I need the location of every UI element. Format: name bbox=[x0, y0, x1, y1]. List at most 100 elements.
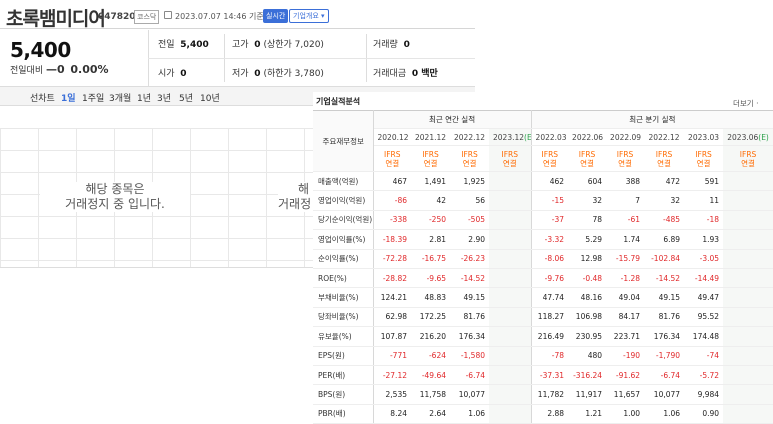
financial-value: 1.93 bbox=[684, 229, 724, 250]
period-1d[interactable]: 1일 bbox=[61, 91, 76, 104]
financial-value: -5.72 bbox=[684, 365, 724, 386]
financial-value bbox=[723, 384, 773, 405]
financial-value: 462 bbox=[531, 171, 569, 192]
financial-value bbox=[489, 171, 532, 192]
financial-value: 95.52 bbox=[684, 307, 724, 328]
financial-value: 216.49 bbox=[531, 326, 569, 347]
financial-value: -3.32 bbox=[531, 229, 569, 250]
financial-value: 176.34 bbox=[450, 326, 489, 347]
financial-row: ROE(%) -28.82 -9.65 -14.52 -9.76 -0.48 -1.28 -1… bbox=[313, 268, 773, 289]
financial-value: 12.98 bbox=[568, 249, 607, 269]
financial-value: -49.64 bbox=[411, 365, 450, 386]
halt-line-2: 거래정지 중 입니다. bbox=[65, 197, 165, 211]
financial-value: -0.48 bbox=[568, 268, 607, 289]
financial-value: 9,984 bbox=[684, 384, 724, 405]
financial-value bbox=[489, 307, 532, 328]
financial-value: 32 bbox=[644, 190, 685, 211]
period-header: 2023.12(E) bbox=[489, 128, 532, 146]
financial-value: 5.29 bbox=[568, 229, 607, 250]
trade-amount: 거래대금 0 백만 bbox=[373, 66, 438, 79]
ifrs-label: IFRS 연결 bbox=[489, 145, 532, 172]
current-price: 5,400 bbox=[10, 38, 71, 62]
financial-value bbox=[723, 287, 773, 308]
financial-value: 1.74 bbox=[606, 229, 645, 250]
financial-row: 당좌비율(%) 62.98 172.25 81.76 118.27 106.98 84.17… bbox=[313, 307, 773, 328]
financial-value: -74 bbox=[684, 346, 724, 366]
financial-value: 56 bbox=[450, 190, 489, 211]
financial-value bbox=[489, 229, 532, 250]
amount-value: 0 백만 bbox=[411, 69, 438, 79]
financial-value bbox=[489, 326, 532, 347]
financial-value: 2.81 bbox=[411, 229, 450, 250]
halt-partial-1: 해 bbox=[298, 182, 310, 196]
volume-label: 거래량 bbox=[373, 40, 398, 50]
financial-row: 순이익률(%) -72.28 -16.75 -26.23 -8.06 12.98 -15.7… bbox=[313, 249, 773, 269]
financial-value: -250 bbox=[411, 210, 450, 231]
financial-value bbox=[489, 249, 532, 269]
financial-value: -6.74 bbox=[450, 365, 489, 386]
company-overview-button[interactable]: 기업개요 ▾ bbox=[289, 9, 329, 23]
financial-value: 42 bbox=[411, 190, 450, 211]
row-label: 매출액(억원) bbox=[313, 171, 374, 192]
period-header: 2021.12 bbox=[411, 128, 450, 146]
prev-close: 전일 5,400 bbox=[158, 37, 209, 50]
change-value: 0 bbox=[57, 63, 65, 76]
financial-value bbox=[489, 210, 532, 231]
financial-value: 107.87 bbox=[373, 326, 411, 347]
financial-value: -505 bbox=[450, 210, 489, 231]
more-link[interactable]: 더보기 · bbox=[733, 98, 758, 109]
open-value: 0 bbox=[180, 69, 187, 79]
period-header-row: 2020.122021.122022.122023.12(E)2022.0320… bbox=[313, 128, 773, 146]
period-3y[interactable]: 3년 bbox=[157, 91, 171, 104]
change-label: 전일대비 bbox=[10, 66, 44, 76]
financial-value: -9.65 bbox=[411, 268, 450, 289]
financial-value bbox=[723, 268, 773, 289]
financial-value bbox=[489, 190, 532, 211]
financial-value: -485 bbox=[644, 210, 685, 231]
period-header: 2023.03 bbox=[684, 128, 724, 146]
trading-halt-message-partial: 해 거래정 bbox=[278, 182, 313, 212]
financial-value: 11,782 bbox=[531, 384, 569, 405]
period-header: 2023.06(E) bbox=[723, 128, 773, 146]
financial-table: 주요재무정보 최근 연간 실적 최근 분기 실적 2020.12 2021.12 2… bbox=[313, 110, 773, 424]
item-header: 주요재무정보 bbox=[313, 110, 374, 172]
period-3m[interactable]: 3개월 bbox=[109, 91, 131, 104]
financial-value: 11,917 bbox=[568, 384, 607, 405]
financial-value: 78 bbox=[568, 210, 607, 231]
financial-value: 176.34 bbox=[644, 326, 685, 347]
line-chart-tab[interactable]: 선차트 bbox=[30, 91, 55, 104]
financial-value: 2.90 bbox=[450, 229, 489, 250]
financial-value: -28.82 bbox=[373, 268, 411, 289]
period-1w[interactable]: 1주일 bbox=[82, 91, 104, 104]
financial-value: -61 bbox=[606, 210, 645, 231]
financial-value: -624 bbox=[411, 346, 450, 366]
ifrs-label: IFRS 연결 bbox=[606, 145, 645, 172]
ifrs-label: IFRS 연결 bbox=[723, 145, 773, 172]
ifrs-label: IFRS 연결 bbox=[531, 145, 569, 172]
financial-value: 1.06 bbox=[450, 404, 489, 424]
quarter-header: 최근 분기 실적 bbox=[531, 110, 773, 129]
period-5y[interactable]: 5년 bbox=[179, 91, 193, 104]
financial-value: 6.89 bbox=[644, 229, 685, 250]
financial-value: 467 bbox=[373, 171, 411, 192]
financial-value bbox=[489, 384, 532, 405]
financial-value: -37.31 bbox=[531, 365, 569, 386]
financial-value: -18.39 bbox=[373, 229, 411, 250]
period-1y[interactable]: 1년 bbox=[137, 91, 151, 104]
financial-value: -14.52 bbox=[450, 268, 489, 289]
financial-value: -16.75 bbox=[411, 249, 450, 269]
financial-value: 10,077 bbox=[450, 384, 489, 405]
financial-value: -8.06 bbox=[531, 249, 569, 269]
financial-value bbox=[723, 346, 773, 366]
period-header: 2020.12 bbox=[373, 128, 411, 146]
financial-value bbox=[489, 346, 532, 366]
clock-icon bbox=[164, 11, 172, 19]
period-10y[interactable]: 10년 bbox=[200, 91, 220, 104]
financial-value bbox=[723, 326, 773, 347]
financial-value: 2,535 bbox=[373, 384, 411, 405]
financial-value: 106.98 bbox=[568, 307, 607, 328]
financial-value: 81.76 bbox=[450, 307, 489, 328]
financial-value: 2.64 bbox=[411, 404, 450, 424]
financial-value: 230.95 bbox=[568, 326, 607, 347]
realtime-button[interactable]: 실시간 bbox=[263, 9, 289, 23]
